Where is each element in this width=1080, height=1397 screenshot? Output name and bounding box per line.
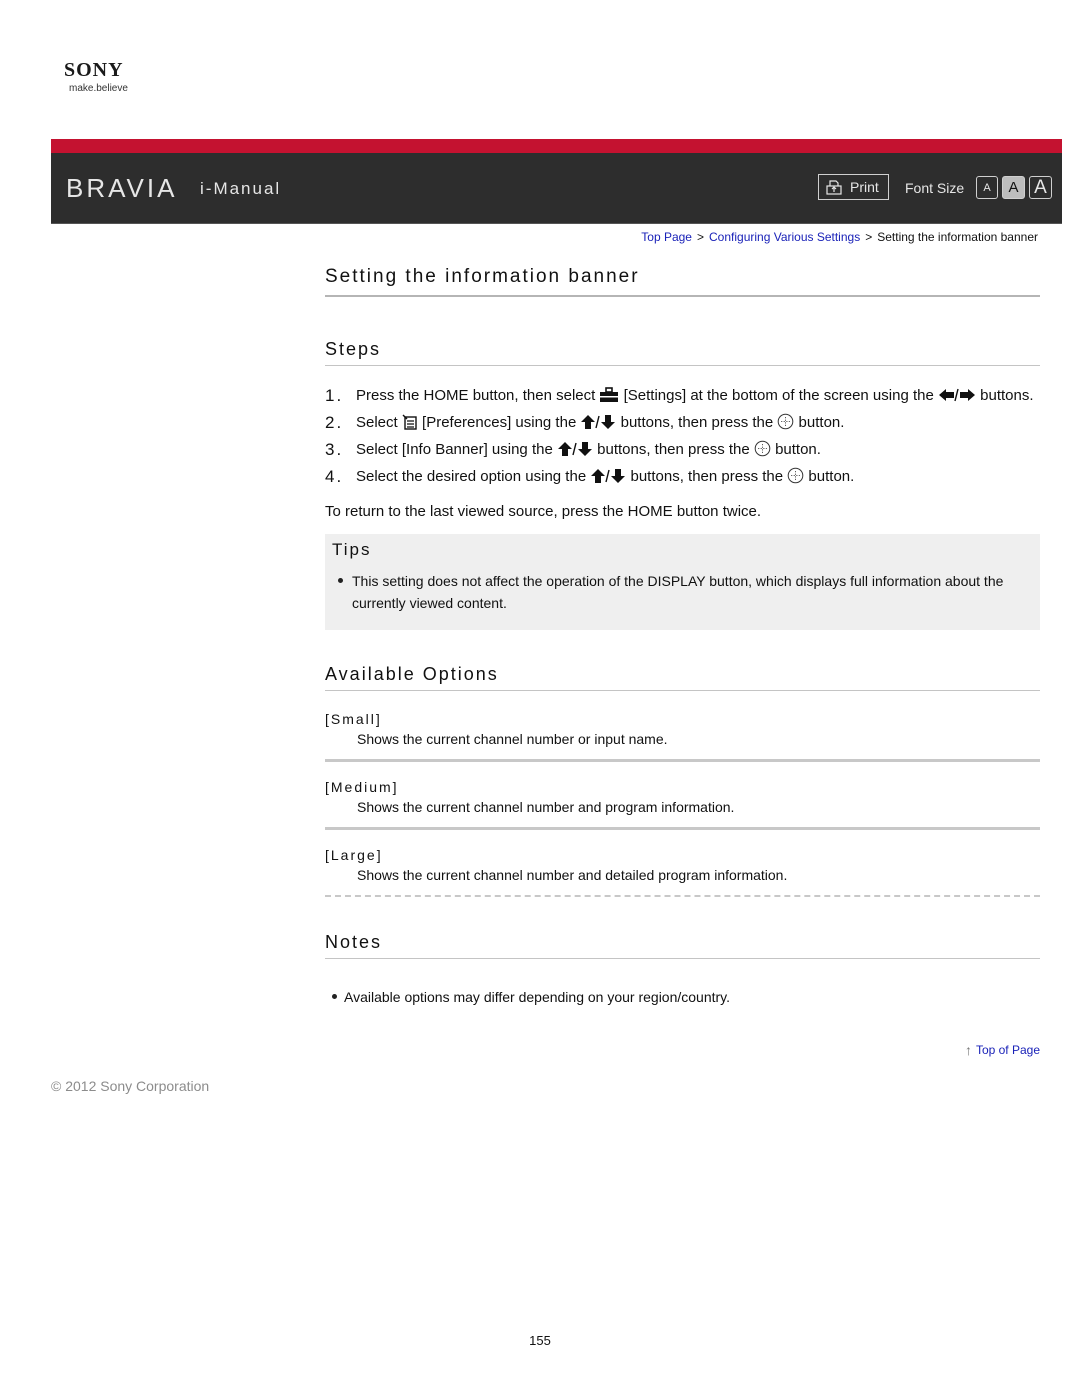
- enter-button-icon: [754, 440, 771, 457]
- font-size-large-button[interactable]: A: [1029, 176, 1052, 199]
- option-item: [Small] Shows the current channel number…: [325, 691, 1040, 762]
- step-number: 1.: [325, 386, 344, 405]
- step-text-part: buttons, then press the: [616, 414, 778, 431]
- notes-list: Available options may differ depending o…: [325, 986, 1040, 1008]
- step-text-part: [Preferences] using the: [417, 414, 581, 431]
- step-text-part: Press the HOME button, then select: [356, 387, 600, 404]
- step-text-part: [Settings] at the bottom of the screen u…: [619, 387, 938, 404]
- font-size-medium-button[interactable]: A: [1002, 176, 1025, 199]
- step-text-part: button.: [804, 468, 855, 485]
- option-description: Shows the current channel number and pro…: [357, 799, 735, 815]
- breadcrumb-current: Setting the information banner: [877, 230, 1038, 244]
- sony-wordmark: SONY: [64, 59, 124, 81]
- step-number: 4.: [325, 467, 344, 486]
- step-text-part: button.: [794, 414, 845, 431]
- left-right-arrows-icon: [938, 388, 975, 402]
- page-number: 155: [529, 1333, 551, 1348]
- options-list: [Small] Shows the current channel number…: [325, 691, 1040, 897]
- sony-logo: SONY make.believe: [64, 60, 128, 94]
- step-text: Press the HOME button, then select [Sett…: [356, 385, 1040, 406]
- option-item: [Large] Shows the current channel number…: [325, 830, 1040, 897]
- step-text-part: buttons, then press the: [626, 468, 788, 485]
- toolbox-icon: [600, 387, 619, 402]
- step-text-part: buttons, then press the: [592, 441, 754, 458]
- tips-heading: Tips: [332, 540, 372, 559]
- steps-heading: Steps: [325, 339, 1040, 366]
- tips-box: Tips This setting does not affect the op…: [325, 534, 1040, 630]
- enter-button-icon: [778, 413, 794, 430]
- return-instruction: To return to the last viewed source, pre…: [325, 503, 762, 520]
- page-title: Setting the information banner: [325, 266, 1040, 297]
- arrow-up-icon: ↑: [964, 1042, 972, 1058]
- up-down-arrows-icon: [557, 442, 592, 456]
- manual-header: BRAVIA i-Manual Print Font Size A A A: [51, 139, 1062, 225]
- font-size-small-button[interactable]: A: [976, 176, 998, 199]
- step-number: 3.: [325, 440, 344, 459]
- enter-button-icon: [787, 467, 804, 484]
- step-text-part: Select the desired option using the: [356, 468, 591, 485]
- available-options-heading: Available Options: [325, 664, 1040, 691]
- notes-heading: Notes: [325, 932, 1040, 959]
- notes-section: Available options may differ depending o…: [325, 986, 1040, 1008]
- step-text: Select [Preferences] using the buttons, …: [356, 412, 1040, 433]
- step-text-part: button.: [770, 441, 821, 458]
- sony-tagline: make.believe: [69, 83, 128, 94]
- up-down-arrows-icon: [591, 469, 626, 483]
- option-item: [Medium] Shows the current channel numbe…: [325, 762, 1040, 830]
- option-name: [Large]: [325, 847, 383, 863]
- print-button[interactable]: Print: [818, 174, 889, 200]
- option-name: [Small]: [325, 711, 382, 727]
- option-name: [Medium]: [325, 779, 399, 795]
- top-of-page-link[interactable]: ↑ Top of Page: [965, 1042, 1040, 1058]
- bravia-logo: BRAVIA: [66, 173, 178, 203]
- font-size-label: Font Size: [905, 180, 965, 196]
- step-text-part: Select: [356, 414, 402, 431]
- step-item: 1. Press the HOME button, then select [S…: [325, 385, 1040, 406]
- copyright: © 2012 Sony Corporation: [51, 1078, 210, 1094]
- breadcrumb-configuring-settings[interactable]: Configuring Various Settings: [709, 230, 860, 244]
- option-description: Shows the current channel number and det…: [357, 867, 788, 883]
- breadcrumb-separator: >: [865, 230, 873, 244]
- breadcrumb-top-page[interactable]: Top Page: [641, 230, 692, 244]
- header-red-band: [51, 139, 1062, 153]
- print-icon: [826, 180, 842, 195]
- tip-item: This setting does not affect the operati…: [332, 570, 1033, 614]
- tips-list: This setting does not affect the operati…: [332, 570, 1033, 614]
- step-text: Select [Info Banner] using the buttons, …: [356, 439, 1040, 460]
- step-number: 2.: [325, 413, 344, 432]
- note-item: Available options may differ depending o…: [325, 986, 1040, 1008]
- breadcrumb-separator: >: [696, 230, 704, 244]
- step-text-part: Select [Info Banner] using the: [356, 441, 557, 458]
- option-description: Shows the current channel number or inpu…: [357, 731, 668, 747]
- imanual-label: i-Manual: [200, 179, 282, 198]
- header-bar: BRAVIA i-Manual Print Font Size A A A: [51, 153, 1062, 224]
- step-item: 2. Select [Preferences] using the button…: [325, 412, 1040, 433]
- step-text-part: buttons.: [975, 387, 1034, 404]
- steps-list: 1. Press the HOME button, then select [S…: [325, 385, 1040, 487]
- up-down-arrows-icon: [581, 415, 616, 429]
- step-item: 4. Select the desired option using the b…: [325, 466, 1040, 487]
- breadcrumb: Top Page > Configuring Various Settings > Se…: [641, 230, 1038, 244]
- main-content: Setting the information banner Steps 1. …: [325, 266, 1040, 1058]
- top-of-page-label: Top of Page: [975, 1043, 1040, 1057]
- step-text: Select the desired option using the butt…: [356, 466, 1040, 487]
- step-item: 3. Select [Info Banner] using the button…: [325, 439, 1040, 460]
- preferences-icon: [402, 414, 417, 430]
- print-label: Print: [850, 179, 879, 195]
